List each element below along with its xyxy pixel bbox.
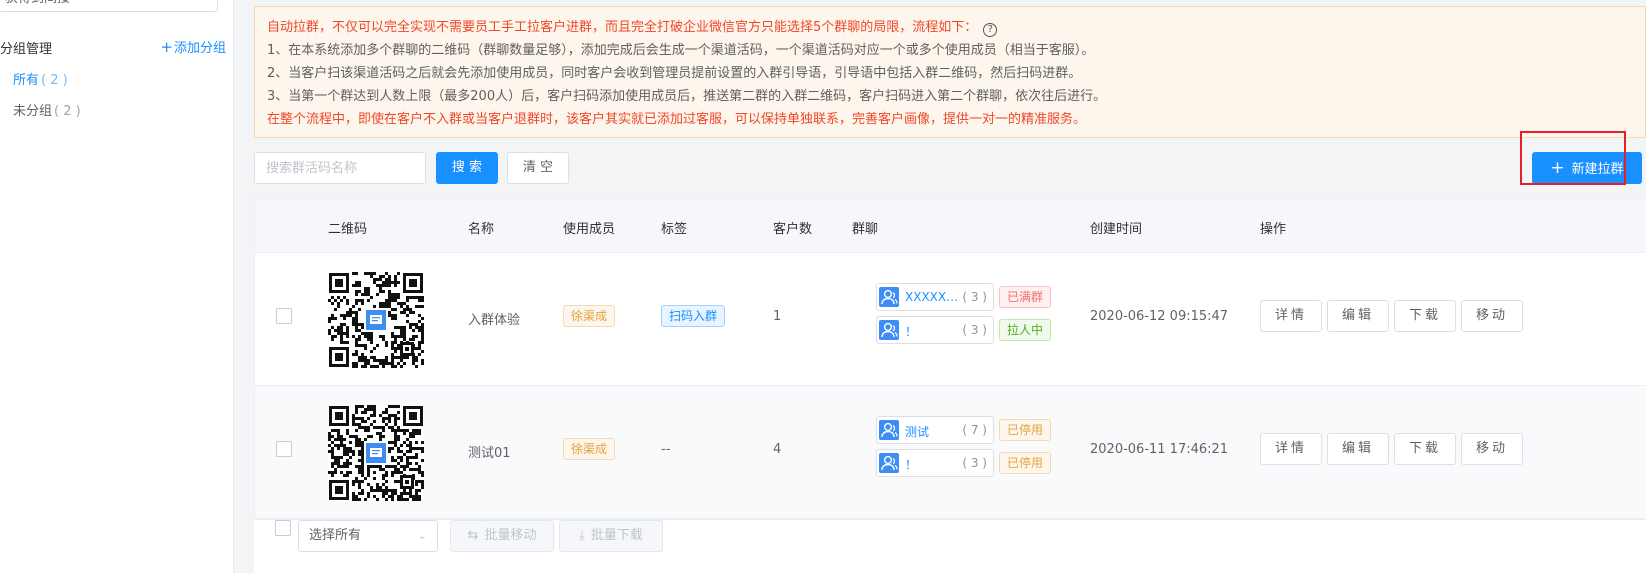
header-groups: 群聊 bbox=[852, 222, 879, 237]
group-user-icon bbox=[879, 287, 899, 307]
new-group-label: 新建拉群 bbox=[1571, 162, 1624, 177]
header-qrcode: 二维码 bbox=[328, 222, 368, 237]
row-tag-empty: -- bbox=[661, 442, 671, 457]
group-chip[interactable]: ！ ( 3 ) bbox=[876, 316, 994, 344]
notice-box: 自动拉群，不仅可以完全实现不需要员工手工拉客户进群，而且完全打破企业微信官方只能… bbox=[254, 6, 1646, 138]
header-actions: 操作 bbox=[1260, 222, 1287, 237]
select-all-checkbox[interactable] bbox=[275, 520, 291, 536]
group-user-icon bbox=[879, 320, 899, 340]
edit-button[interactable]: 编辑 bbox=[1327, 433, 1389, 465]
group-count: ( 3 ) bbox=[962, 323, 987, 337]
search-input[interactable] bbox=[254, 152, 426, 184]
table-footer: 选择所有 ⌄ ⇆ 批量移动 ⤓ 批量下载 bbox=[254, 520, 1646, 573]
group-name: XXXXXXX... bbox=[905, 290, 963, 304]
add-group-button[interactable]: +添加分组 bbox=[160, 37, 226, 56]
group-management-title: 分组管理 bbox=[0, 42, 53, 57]
row-name: 测试01 bbox=[468, 446, 511, 461]
header-created: 创建时间 bbox=[1090, 222, 1143, 237]
sidebar-item-count: ( 2 ) bbox=[54, 104, 81, 119]
row-created-time: 2020-06-12 09:15:47 bbox=[1090, 309, 1229, 324]
group-name: ！ bbox=[905, 458, 918, 472]
group-status-badge: 拉人中 bbox=[999, 319, 1052, 341]
member-tag: 徐渠成 bbox=[563, 305, 616, 327]
group-count: ( 3 ) bbox=[962, 290, 987, 304]
qrcode-image bbox=[328, 405, 424, 501]
header-customers: 客户数 bbox=[773, 222, 813, 237]
download-button[interactable]: 下载 bbox=[1394, 300, 1456, 332]
notice-text: 自动拉群，不仅可以完全实现不需要员工手工拉客户进群，而且完全打破企业微信官方只能… bbox=[267, 20, 978, 35]
row-checkbox[interactable] bbox=[276, 308, 292, 324]
sidebar-item-ungrouped[interactable]: 未分组( 2 ) bbox=[13, 100, 81, 119]
batch-move-button[interactable]: ⇆ 批量移动 bbox=[450, 520, 554, 552]
group-status-badge: 已停用 bbox=[999, 419, 1052, 441]
move-button[interactable]: 移动 bbox=[1461, 433, 1523, 465]
notice-line: 1、在本系统添加多个群聊的二维码（群聊数量足够），添加完成后会生成一个渠道活码，… bbox=[267, 43, 1095, 58]
page: 获得到间接 分组管理 +添加分组 所有( 2 ) 未分组( 2 ) 自动拉群，不… bbox=[0, 0, 1646, 573]
plus-icon: + bbox=[160, 38, 173, 56]
group-user-icon bbox=[879, 453, 899, 473]
row-created-time: 2020-06-11 17:46:21 bbox=[1090, 442, 1229, 457]
chevron-down-icon: ⌄ bbox=[417, 529, 427, 542]
row-customers: 4 bbox=[773, 442, 782, 457]
row-checkbox[interactable] bbox=[276, 441, 292, 457]
detail-button[interactable]: 详情 bbox=[1260, 433, 1322, 465]
member-tag: 徐渠成 bbox=[563, 438, 616, 460]
table-row: 测试01 徐渠成 -- 4 测试 ( 7 ) 已停用 ！ ( 3 ) 已停用 2… bbox=[255, 386, 1646, 519]
notice-line: 2、当客户扫该渠道活码之后就会先添加使用成员，同时客户会收到管理员提前设置的入群… bbox=[267, 66, 1082, 81]
new-group-button[interactable]: + 新建拉群 bbox=[1532, 152, 1642, 184]
plus-icon: + bbox=[1550, 158, 1565, 178]
edit-button[interactable]: 编辑 bbox=[1327, 300, 1389, 332]
clear-button[interactable]: 清 空 bbox=[507, 152, 569, 184]
download-icon: ⤓ bbox=[579, 528, 585, 543]
notice-line: 在整个流程中，即使在客户不入群或当客户退群时，该客户其实就已添加过客服，可以保持… bbox=[267, 112, 1087, 127]
batch-move-label: 批量移动 bbox=[484, 528, 537, 543]
header-members: 使用成员 bbox=[563, 222, 616, 237]
label-tag: 扫码入群 bbox=[661, 305, 726, 327]
sidebar-search-input[interactable]: 获得到间接 bbox=[0, 0, 218, 12]
batch-download-label: 批量下载 bbox=[590, 528, 643, 543]
select-all-dropdown[interactable]: 选择所有 ⌄ bbox=[298, 520, 438, 552]
row-customers: 1 bbox=[773, 309, 782, 324]
swap-icon: ⇆ bbox=[467, 528, 479, 543]
group-chip[interactable]: 测试 ( 7 ) bbox=[876, 416, 994, 444]
group-header: 分组管理 +添加分组 bbox=[0, 36, 230, 57]
group-count: ( 7 ) bbox=[962, 423, 987, 437]
table-header: 二维码 名称 使用成员 标签 客户数 群聊 创建时间 操作 bbox=[255, 199, 1646, 253]
main-content: 自动拉群，不仅可以完全实现不需要员工手工拉客户进群，而且完全打破企业微信官方只能… bbox=[234, 0, 1646, 573]
header-tags: 标签 bbox=[661, 222, 688, 237]
group-name: 测试 bbox=[905, 425, 930, 439]
header-name: 名称 bbox=[468, 222, 495, 237]
group-status-badge: 已满群 bbox=[999, 286, 1052, 308]
add-group-label: 添加分组 bbox=[173, 41, 226, 56]
group-status-badge: 已停用 bbox=[999, 452, 1052, 474]
sidebar-item-count: ( 2 ) bbox=[41, 73, 68, 88]
sidebar-item-all[interactable]: 所有( 2 ) bbox=[13, 69, 68, 88]
qrcode-table: 二维码 名称 使用成员 标签 客户数 群聊 创建时间 操作 入群体验 徐渠成 扫… bbox=[254, 198, 1646, 520]
qrcode-image bbox=[328, 272, 424, 368]
group-chip[interactable]: ！ ( 3 ) bbox=[876, 449, 994, 477]
notice-line: 3、当第一个群达到人数上限（最多200人）后，客户扫码添加使用成员后，推送第二群… bbox=[267, 89, 1107, 104]
group-count: ( 3 ) bbox=[962, 456, 987, 470]
download-button[interactable]: 下载 bbox=[1394, 433, 1456, 465]
move-button[interactable]: 移动 bbox=[1461, 300, 1523, 332]
sidebar-item-label: 所有 bbox=[13, 73, 40, 88]
row-name: 入群体验 bbox=[468, 313, 521, 328]
notice-line: 自动拉群，不仅可以完全实现不需要员工手工拉客户进群，而且完全打破企业微信官方只能… bbox=[267, 16, 1635, 39]
help-icon[interactable]: ? bbox=[983, 23, 998, 37]
group-name: ！ bbox=[905, 325, 918, 339]
table-row: 入群体验 徐渠成 扫码入群 1 XXXXXXX... ( 3 ) 已满群 ！ (… bbox=[255, 253, 1646, 386]
batch-download-button[interactable]: ⤓ 批量下载 bbox=[559, 520, 663, 552]
group-chip[interactable]: XXXXXXX... ( 3 ) bbox=[876, 283, 994, 311]
sidebar: 获得到间接 分组管理 +添加分组 所有( 2 ) 未分组( 2 ) bbox=[0, 0, 234, 573]
search-button[interactable]: 搜 索 bbox=[436, 152, 498, 184]
detail-button[interactable]: 详情 bbox=[1260, 300, 1322, 332]
sidebar-item-label: 未分组 bbox=[13, 104, 53, 119]
select-all-label: 选择所有 bbox=[309, 528, 362, 543]
group-user-icon bbox=[879, 420, 899, 440]
